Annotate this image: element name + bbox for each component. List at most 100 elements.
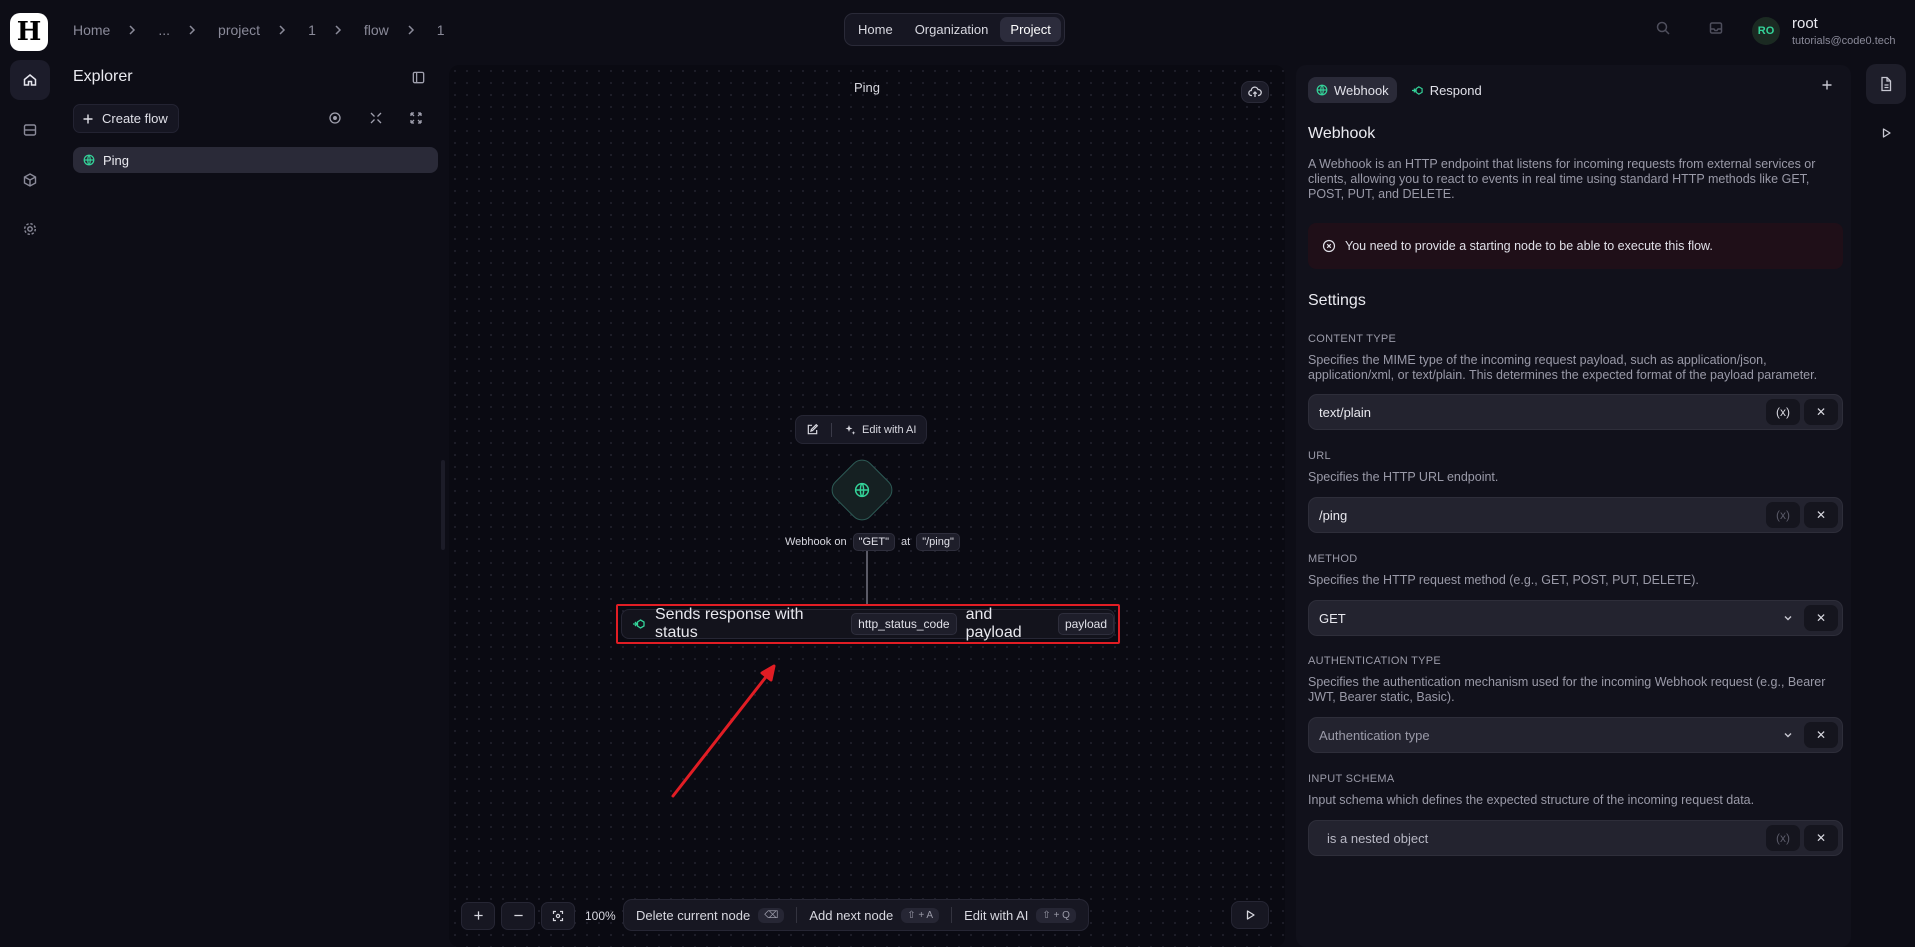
alert-banner: You need to provide a starting node to b… — [1308, 223, 1843, 269]
run-flow-button[interactable] — [1231, 901, 1269, 929]
topnav-home[interactable]: Home — [848, 17, 903, 42]
panel-resize-handle[interactable] — [441, 460, 445, 550]
url-label: URL — [1308, 450, 1331, 462]
flow-item-ping[interactable]: Ping — [73, 147, 438, 173]
respond-icon — [632, 618, 646, 630]
search-icon[interactable] — [1655, 20, 1671, 36]
content-type-label: CONTENT TYPE — [1308, 333, 1397, 345]
toolbar-divider — [831, 422, 832, 437]
edit-with-ai-action-button[interactable]: Edit with AI ⇧ + Q — [964, 907, 1076, 923]
plus-icon — [473, 910, 484, 921]
input-schema-input[interactable]: is a nested object (x) ✕ — [1308, 820, 1843, 856]
tab-respond-label: Respond — [1429, 82, 1482, 98]
flow-canvas[interactable]: Ping Edit with AI Webhook on "GET" at "/… — [449, 65, 1285, 947]
settings-nav-button[interactable] — [10, 209, 50, 249]
add-next-node-label: Add next node — [809, 907, 894, 923]
topnav-project[interactable]: Project — [1000, 17, 1061, 42]
payload-chip[interactable]: payload — [1057, 613, 1114, 635]
collapse-icon[interactable] — [369, 111, 383, 125]
node-settings-panel: Webhook Respond Webhook A Webhook is an … — [1296, 65, 1851, 947]
home-nav-button[interactable] — [10, 60, 50, 100]
deploy-button[interactable] — [1241, 81, 1269, 103]
edit-icon[interactable] — [806, 423, 819, 436]
variable-button[interactable]: (x) — [1766, 825, 1800, 851]
breadcrumb-flow[interactable]: flow — [364, 22, 389, 38]
url-value: /ping — [1319, 507, 1348, 523]
url-description: Specifies the HTTP URL endpoint. — [1308, 470, 1499, 484]
chevron-down-icon — [1782, 729, 1794, 741]
create-flow-label: Create flow — [102, 111, 168, 126]
right-rail — [1862, 62, 1915, 947]
edit-ai-shortcut: ⇧ + Q — [1036, 907, 1076, 923]
node-toolbar: Edit with AI — [795, 415, 928, 444]
node-action-bar: Delete current node ⌫ Add next node ⇧ + … — [623, 899, 1089, 931]
chevron-right-icon — [185, 23, 201, 37]
node-connection-edge — [866, 551, 868, 605]
add-next-node-button[interactable]: Add next node ⇧ + A — [809, 907, 940, 923]
breadcrumb-home[interactable]: Home — [73, 22, 110, 38]
app-logo[interactable]: H — [10, 13, 48, 51]
clear-button[interactable]: ✕ — [1804, 722, 1838, 748]
sidebar-toggle-icon[interactable] — [411, 70, 426, 85]
zoom-controls: 100% — [461, 901, 616, 930]
explorer-title: Explorer — [73, 68, 133, 85]
breadcrumb-flow-id[interactable]: 1 — [437, 22, 445, 38]
clear-button[interactable]: ✕ — [1804, 399, 1838, 425]
inbox-icon[interactable] — [1708, 20, 1724, 36]
webhook-node-caption: Webhook on "GET" at "/ping" — [785, 533, 960, 551]
clear-button[interactable]: ✕ — [1804, 605, 1838, 631]
run-panel-button[interactable] — [1866, 113, 1906, 153]
zoom-out-button[interactable] — [501, 901, 535, 930]
variable-button[interactable]: (x) — [1766, 502, 1800, 528]
database-nav-button[interactable] — [10, 110, 50, 150]
variable-button[interactable]: (x) — [1766, 399, 1800, 425]
content-type-input[interactable]: text/plain (x) ✕ — [1308, 394, 1843, 430]
webhook-path-chip[interactable]: "/ping" — [916, 533, 960, 551]
document-panel-button[interactable] — [1866, 64, 1906, 104]
auth-type-select[interactable]: Authentication type ✕ — [1308, 717, 1843, 753]
action-divider — [951, 907, 953, 923]
database-icon — [22, 122, 38, 138]
delete-node-button[interactable]: Delete current node ⌫ — [636, 907, 785, 923]
cube-nav-button[interactable] — [10, 160, 50, 200]
http-status-code-chip[interactable]: http_status_code — [851, 613, 957, 635]
breadcrumb-ellipsis[interactable]: ... — [158, 22, 170, 38]
chevron-right-icon — [125, 23, 141, 37]
create-flow-button[interactable]: Create flow — [73, 104, 179, 133]
explorer-panel: Explorer Create flow Ping — [60, 62, 440, 947]
zoom-in-button[interactable] — [461, 901, 495, 930]
tab-webhook[interactable]: Webhook — [1308, 77, 1397, 103]
topnav-organization[interactable]: Organization — [905, 17, 999, 42]
action-divider — [796, 907, 798, 923]
chevron-right-icon — [275, 23, 291, 37]
webhook-caption-connector: at — [901, 536, 911, 548]
breadcrumb-project-id[interactable]: 1 — [308, 22, 316, 38]
clear-button[interactable]: ✕ — [1804, 825, 1838, 851]
breadcrumb: Home ... project 1 flow 1 — [73, 22, 445, 38]
panel-tabs: Webhook Respond — [1308, 77, 1490, 103]
clear-button[interactable]: ✕ — [1804, 502, 1838, 528]
expand-icon[interactable] — [409, 111, 423, 125]
respond-node[interactable]: Sends response with status http_status_c… — [621, 606, 1115, 641]
webhook-method-chip[interactable]: "GET" — [852, 533, 895, 551]
alert-text: You need to provide a starting node to b… — [1345, 239, 1713, 253]
url-input[interactable]: /ping (x) ✕ — [1308, 497, 1843, 533]
tab-respond[interactable]: Respond — [1403, 77, 1490, 103]
user-avatar[interactable]: RO — [1752, 17, 1780, 45]
breadcrumb-project[interactable]: project — [218, 22, 260, 38]
add-node-shortcut: ⇧ + A — [901, 907, 940, 923]
globe-icon — [854, 482, 870, 498]
target-icon[interactable] — [328, 111, 342, 125]
add-tab-icon[interactable] — [1821, 79, 1833, 91]
flow-item-label: Ping — [103, 152, 130, 168]
webhook-caption-prefix: Webhook on — [785, 536, 847, 548]
method-select[interactable]: GET ✕ — [1308, 600, 1843, 636]
edit-with-ai-action-label: Edit with AI — [964, 907, 1029, 923]
input-schema-value: is a nested object — [1327, 830, 1429, 846]
focus-icon — [552, 910, 564, 922]
zoom-level: 100% — [585, 908, 616, 923]
left-rail: H — [0, 0, 60, 947]
edit-with-ai-button[interactable]: Edit with AI — [844, 424, 916, 436]
home-icon — [22, 72, 38, 88]
fit-view-button[interactable] — [541, 901, 575, 930]
